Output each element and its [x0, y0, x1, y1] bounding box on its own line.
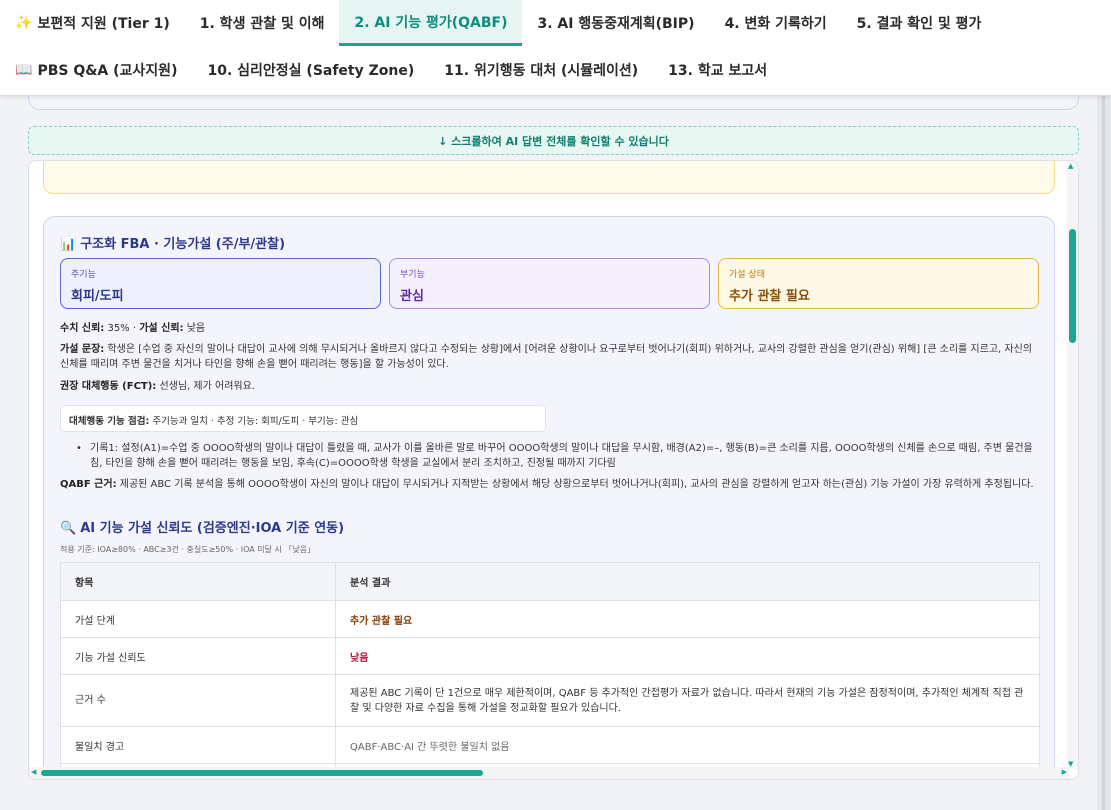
- confidence-criteria: 적용 기준: IOA≥80% · ABC≥3건 · 충실도≥50% · IOA …: [60, 545, 316, 554]
- secondary-function-value: 관심: [400, 289, 424, 304]
- book-icon: 📖: [15, 62, 33, 78]
- tab-observation[interactable]: 1. 학생 관찰 및 이해: [185, 0, 340, 46]
- table-cell-key: 근거 수: [60, 674, 336, 727]
- table-cell-value: 제공된 ABC 기록이 단 1건으로 매우 제한적이며, QABF 등 추가적인…: [335, 674, 1040, 727]
- tab-label: 3. AI 행동중재계획(BIP): [537, 16, 695, 32]
- table-row: 불일치 경고 QABF·ABC·AI 간 뚜렷한 불일치 없음: [60, 726, 1040, 764]
- primary-function-label: 주기능: [71, 270, 96, 280]
- chart-icon: 📊: [60, 237, 77, 252]
- tab-pbs-qa[interactable]: 📖 PBS Q&A (교사지원): [0, 47, 192, 93]
- scroll-right-icon[interactable]: ▶: [1062, 768, 1067, 776]
- fct-line: 권장 대체행동 (FCT): 선생님, 제가 어려워요.: [60, 379, 1040, 394]
- horizontal-scrollbar[interactable]: ◀ ▶: [29, 767, 1069, 779]
- vertical-scroll-thumb[interactable]: [1069, 229, 1076, 343]
- table-cell-value: 낮음: [335, 637, 1040, 675]
- table-header-row: 항목 분석 결과: [60, 562, 1040, 601]
- basis-label: QABF 근거:: [60, 479, 117, 490]
- tab-label: 13. 학교 보고서: [668, 63, 768, 79]
- ai-answer-scroll-content: 📊 구조화 FBA · 기능가설 (주/부/관찰) 주기능 회피/도피 부기능 관…: [29, 161, 1069, 769]
- hypothesis-statement: 가설 문장: 학생은 [수업 중 자신의 말이나 대답이 교사에 의해 무시되거…: [60, 342, 1040, 372]
- confidence-table: 항목 분석 결과 가설 단계 추가 관찰 필요 기능 가설 신뢰도 낮음 근거 …: [60, 562, 1040, 769]
- top-navigation: ✨ 보편적 지원 (Tier 1) 1. 학생 관찰 및 이해 2. AI 기능 …: [0, 0, 1111, 96]
- tab-label: 4. 변화 기록하기: [724, 16, 827, 32]
- tab-ai-qabf[interactable]: 2. AI 기능 평가(QABF): [339, 0, 523, 46]
- primary-function-box: 주기능 회피/도피: [60, 258, 381, 309]
- tab-school-report[interactable]: 13. 학교 보고서: [653, 47, 782, 93]
- table-row: 기능 가설 신뢰도 낮음: [60, 637, 1040, 675]
- statement-text: 학생은 [수업 중 자신의 말이나 대답이 교사에 의해 무시되거나 올바르지 …: [60, 344, 1032, 370]
- confidence-title-text: AI 기능 가설 신뢰도 (검증엔진·IOA 기준 연동): [80, 521, 345, 536]
- fct-value: 선생님, 제가 어려워요.: [156, 381, 255, 392]
- table-header: 분석 결과: [335, 562, 1040, 601]
- secondary-function-label: 부기능: [400, 270, 425, 280]
- tab-ai-bip[interactable]: 3. AI 행동중재계획(BIP): [522, 0, 709, 46]
- hypothesis-status-box: 가설 상태 추가 관찰 필요: [718, 258, 1039, 309]
- primary-function-value: 회피/도피: [71, 289, 124, 304]
- replacement-function-check: 대체행동 기능 점검: 주기능과 일치 · 추정 기능: 회피/도피 · 부기능…: [60, 405, 546, 432]
- confidence-value: 35% ·: [104, 323, 140, 334]
- table-cell-key: 불일치 경고: [60, 726, 336, 764]
- scroll-up-icon[interactable]: ▲: [1068, 162, 1073, 170]
- hypothesis-confidence-value: 낮음: [183, 323, 206, 334]
- confidence-label: 수치 신뢰:: [60, 323, 105, 334]
- tab-label: 10. 심리안정실 (Safety Zone): [207, 63, 415, 79]
- fba-title: 📊 구조화 FBA · 기능가설 (주/부/관찰): [60, 233, 285, 252]
- magnifier-icon: 🔍: [60, 521, 77, 536]
- tab-label: PBS Q&A (교사지원): [37, 63, 178, 79]
- confidence-line: 수치 신뢰: 35% · 가설 신뢰: 낮음: [60, 321, 1040, 336]
- table-row: 가설 단계 추가 관찰 필요: [60, 600, 1040, 638]
- tab-crisis-sim[interactable]: 11. 위기행동 대처 (시뮬레이션): [429, 47, 653, 93]
- vertical-scrollbar[interactable]: ▲ ▼: [1067, 161, 1078, 769]
- page-scrollbar-track[interactable]: [1102, 0, 1105, 810]
- abc-record-item: 기록1: 설정(A1)=수업 중 OOOO학생의 말이나 대답이 틀렸을 때, …: [74, 441, 1040, 471]
- tab-label: 5. 결과 확인 및 평가: [856, 16, 982, 32]
- page-scrollbar[interactable]: [1097, 0, 1111, 810]
- basis-text: 제공된 ABC 기록 분석을 통해 OOOO학생이 자신의 말이나 대답이 무시…: [116, 479, 1034, 490]
- tab-label: 보편적 지원 (Tier 1): [37, 16, 170, 32]
- tab-label: 2. AI 기능 평가(QABF): [354, 14, 508, 31]
- table-cell-value: 추가 관찰 필요: [335, 600, 1040, 638]
- fba-hypothesis-card: 📊 구조화 FBA · 기능가설 (주/부/관찰) 주기능 회피/도피 부기능 관…: [43, 216, 1055, 769]
- confidence-section-title: 🔍 AI 기능 가설 신뢰도 (검증엔진·IOA 기준 연동): [60, 517, 344, 536]
- check-label: 대체행동 기능 점검:: [69, 416, 150, 427]
- tab-change-log[interactable]: 4. 변화 기록하기: [710, 0, 842, 46]
- statement-label: 가설 문장:: [60, 344, 105, 355]
- table-header: 항목: [60, 562, 336, 601]
- sparkle-icon: ✨: [15, 15, 33, 31]
- scroll-left-icon[interactable]: ◀: [31, 768, 36, 776]
- table-row: 근거 수 제공된 ABC 기록이 단 1건으로 매우 제한적이며, QABF 등…: [60, 674, 1040, 727]
- tab-tier1[interactable]: ✨ 보편적 지원 (Tier 1): [0, 0, 185, 46]
- table-cell-key: 기능 가설 신뢰도: [60, 637, 336, 675]
- hypothesis-status-label: 가설 상태: [729, 270, 765, 280]
- table-cell-value: QABF·ABC·AI 간 뚜렷한 불일치 없음: [335, 726, 1040, 764]
- ai-answer-panel[interactable]: 📊 구조화 FBA · 기능가설 (주/부/관찰) 주기능 회피/도피 부기능 관…: [28, 160, 1079, 780]
- previous-note-box: [43, 161, 1055, 194]
- hypothesis-confidence-label: 가설 신뢰:: [139, 323, 184, 334]
- tab-label: 11. 위기행동 대처 (시뮬레이션): [444, 63, 639, 79]
- hypothesis-status-value: 추가 관찰 필요: [729, 289, 810, 304]
- horizontal-scroll-thumb[interactable]: [41, 770, 483, 776]
- qabf-basis: QABF 근거: 제공된 ABC 기록 분석을 통해 OOOO학생이 자신의 말…: [60, 477, 1040, 492]
- tab-safety-zone[interactable]: 10. 심리안정실 (Safety Zone): [192, 47, 429, 93]
- nav-row-1: ✨ 보편적 지원 (Tier 1) 1. 학생 관찰 및 이해 2. AI 기능 …: [0, 0, 996, 46]
- fct-label: 권장 대체행동 (FCT):: [60, 381, 157, 392]
- tab-label: 1. 학생 관찰 및 이해: [199, 16, 325, 32]
- nav-row-2: 📖 PBS Q&A (교사지원) 10. 심리안정실 (Safety Zone) …: [0, 47, 782, 93]
- check-value: 주기능과 일치 · 추정 기능: 회피/도피 · 부기능: 관심: [149, 416, 359, 427]
- fba-title-text: 구조화 FBA · 기능가설 (주/부/관찰): [80, 237, 286, 252]
- scroll-hint: ↓ 스크롤하여 AI 답변 전체를 확인할 수 있습니다: [28, 126, 1079, 155]
- table-cell-key: 가설 단계: [60, 600, 336, 638]
- tab-results[interactable]: 5. 결과 확인 및 평가: [842, 0, 997, 46]
- secondary-function-box: 부기능 관심: [389, 258, 710, 309]
